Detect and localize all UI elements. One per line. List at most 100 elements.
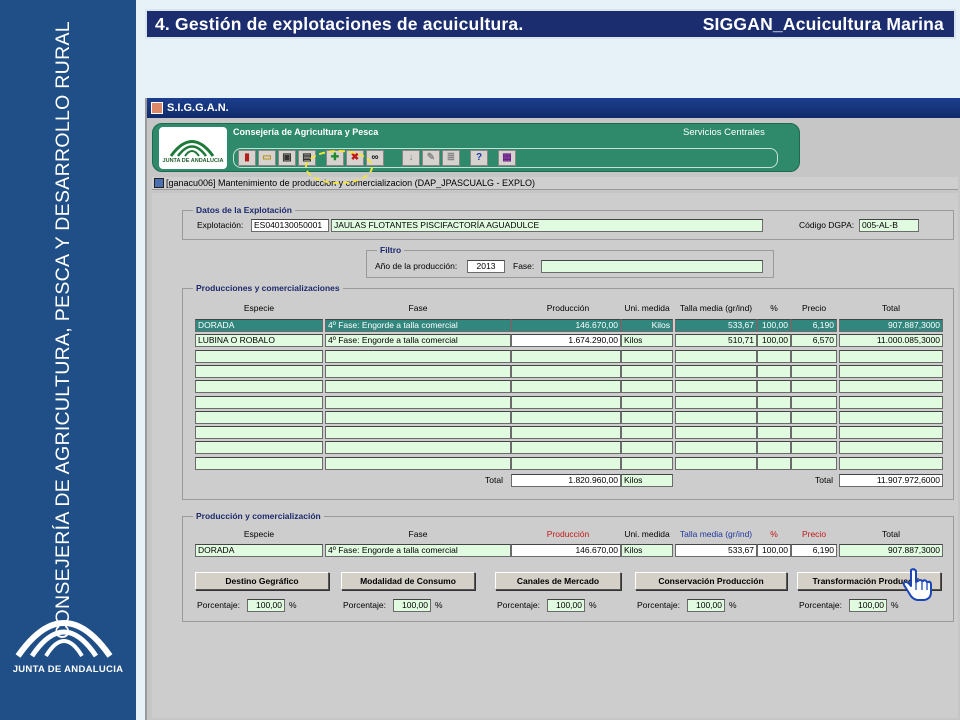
grid-cell-fase[interactable] <box>325 380 511 394</box>
det-talla-field[interactable]: 533,67 <box>675 544 757 557</box>
grid-cell-total[interactable] <box>839 395 943 409</box>
det-total-field[interactable]: 907.887,3000 <box>839 544 943 557</box>
grid-cell-porcentaje[interactable] <box>757 364 791 378</box>
det-precio-field[interactable]: 6,190 <box>791 544 837 557</box>
grid-cell-porcentaje[interactable] <box>757 380 791 394</box>
grid-cell-produccion[interactable] <box>511 349 621 363</box>
tree-icon[interactable]: ▦ <box>498 150 516 166</box>
grid-cell-unidad[interactable]: Kilos <box>621 334 673 348</box>
grid-cell-especie[interactable] <box>195 426 323 440</box>
edit-icon[interactable]: ✎ <box>422 150 440 166</box>
grid-cell-porcentaje[interactable] <box>757 441 791 455</box>
grid-cell-total[interactable]: 907.887,3000 <box>839 319 943 332</box>
grid-cell-especie[interactable] <box>195 380 323 394</box>
grid-cell-precio[interactable] <box>791 349 837 363</box>
grid-cell-produccion[interactable] <box>511 380 621 394</box>
grid-cell-fase[interactable] <box>325 364 511 378</box>
grid-cell-talla[interactable] <box>675 364 757 378</box>
det-fase-field[interactable]: 4º Fase: Engorde a talla comercial <box>325 544 511 557</box>
grid-cell-produccion[interactable] <box>511 364 621 378</box>
porcentaje-field-3[interactable]: 100,00 <box>547 599 585 612</box>
det-especie-field[interactable]: DORADA <box>195 544 323 557</box>
grid-cell-especie[interactable] <box>195 395 323 409</box>
grid-cell-total[interactable] <box>839 410 943 424</box>
grid-cell-fase[interactable] <box>325 395 511 409</box>
explotacion-code-field[interactable]: ES040130050001 <box>251 219 329 232</box>
grid-cell-produccion[interactable] <box>511 395 621 409</box>
det-produccion-field[interactable]: 146.670,00 <box>511 544 621 557</box>
grid-cell-talla[interactable] <box>675 395 757 409</box>
grid-cell-produccion[interactable] <box>511 426 621 440</box>
grid-cell-especie[interactable] <box>195 441 323 455</box>
down-arrow-icon[interactable]: ↓ <box>402 150 420 166</box>
porcentaje-field-1[interactable]: 100,00 <box>247 599 285 612</box>
grid-cell-talla[interactable] <box>675 456 757 470</box>
grid-cell-talla[interactable]: 510,71 <box>675 334 757 348</box>
open-folder-icon[interactable]: ▭ <box>258 150 276 166</box>
grid-cell-produccion[interactable] <box>511 410 621 424</box>
grid-cell-precio[interactable] <box>791 395 837 409</box>
exit-icon[interactable]: ▮ <box>238 150 256 166</box>
grid-cell-unidad[interactable]: Kilos <box>621 319 673 332</box>
save-icon[interactable]: ▣ <box>278 150 296 166</box>
help-icon[interactable]: ? <box>470 150 488 166</box>
grid-cell-total[interactable] <box>839 441 943 455</box>
grid-cell-porcentaje[interactable] <box>757 426 791 440</box>
grid-cell-fase[interactable] <box>325 410 511 424</box>
grid-cell-fase[interactable] <box>325 441 511 455</box>
grid-cell-talla[interactable] <box>675 426 757 440</box>
grid-cell-talla[interactable]: 533,67 <box>675 319 757 332</box>
grid-cell-total[interactable] <box>839 426 943 440</box>
grid-cell-porcentaje[interactable]: 100,00 <box>757 334 791 348</box>
grid-cell-unidad[interactable] <box>621 380 673 394</box>
canales-mercado-button[interactable]: Canales de Mercado <box>495 572 621 590</box>
grid-cell-unidad[interactable] <box>621 364 673 378</box>
anio-field[interactable]: 2013 <box>467 260 505 273</box>
porcentaje-field-2[interactable]: 100,00 <box>393 599 431 612</box>
dgpa-field[interactable]: 005-AL-B <box>859 219 919 232</box>
grid-cell-especie[interactable]: LUBINA O ROBALO <box>195 334 323 348</box>
grid-cell-unidad[interactable] <box>621 395 673 409</box>
grid-cell-fase[interactable]: 4º Fase: Engorde a talla comercial <box>325 334 511 348</box>
grid-cell-especie[interactable] <box>195 410 323 424</box>
fase-filter-field[interactable] <box>541 260 763 273</box>
grid-cell-porcentaje[interactable] <box>757 349 791 363</box>
explotacion-name-field[interactable]: JAULAS FLOTANTES PISCIFACTORÍA AGUADULCE <box>331 219 763 232</box>
grid-cell-porcentaje[interactable] <box>757 456 791 470</box>
grid-cell-precio[interactable] <box>791 410 837 424</box>
grid-cell-precio[interactable]: 6,570 <box>791 334 837 348</box>
grid-cell-unidad[interactable] <box>621 349 673 363</box>
grid-cell-total[interactable]: 11.000.085,3000 <box>839 334 943 348</box>
grid-cell-especie[interactable]: DORADA <box>195 319 323 332</box>
grid-cell-precio[interactable] <box>791 380 837 394</box>
grid-cell-fase[interactable]: 4º Fase: Engorde a talla comercial <box>325 319 511 332</box>
grid-cell-talla[interactable] <box>675 441 757 455</box>
grid-cell-unidad[interactable] <box>621 410 673 424</box>
grid-cell-produccion[interactable]: 1.674.290,00 <box>511 334 621 348</box>
grid-cell-especie[interactable] <box>195 456 323 470</box>
grid-cell-precio[interactable] <box>791 364 837 378</box>
grid-cell-unidad[interactable] <box>621 426 673 440</box>
grid-cell-precio[interactable] <box>791 441 837 455</box>
grid-cell-precio[interactable] <box>791 426 837 440</box>
porcentaje-field-5[interactable]: 100,00 <box>849 599 887 612</box>
grid-cell-porcentaje[interactable] <box>757 395 791 409</box>
grid-cell-produccion[interactable]: 146.670,00 <box>511 319 621 332</box>
porcentaje-field-4[interactable]: 100,00 <box>687 599 725 612</box>
grid-cell-produccion[interactable] <box>511 441 621 455</box>
grid-cell-precio[interactable]: 6,190 <box>791 319 837 332</box>
grid-cell-porcentaje[interactable]: 100,00 <box>757 319 791 332</box>
grid-cell-unidad[interactable] <box>621 456 673 470</box>
grid-cell-total[interactable] <box>839 380 943 394</box>
grid-cell-especie[interactable] <box>195 349 323 363</box>
grid-cell-total[interactable] <box>839 456 943 470</box>
grid-cell-porcentaje[interactable] <box>757 410 791 424</box>
grid-cell-total[interactable] <box>839 364 943 378</box>
det-porcentaje-field[interactable]: 100,00 <box>757 544 791 557</box>
grid-cell-talla[interactable] <box>675 410 757 424</box>
grid-cell-fase[interactable] <box>325 426 511 440</box>
grid-cell-especie[interactable] <box>195 364 323 378</box>
grid-cell-produccion[interactable] <box>511 456 621 470</box>
grid-cell-talla[interactable] <box>675 349 757 363</box>
grid-cell-fase[interactable] <box>325 349 511 363</box>
